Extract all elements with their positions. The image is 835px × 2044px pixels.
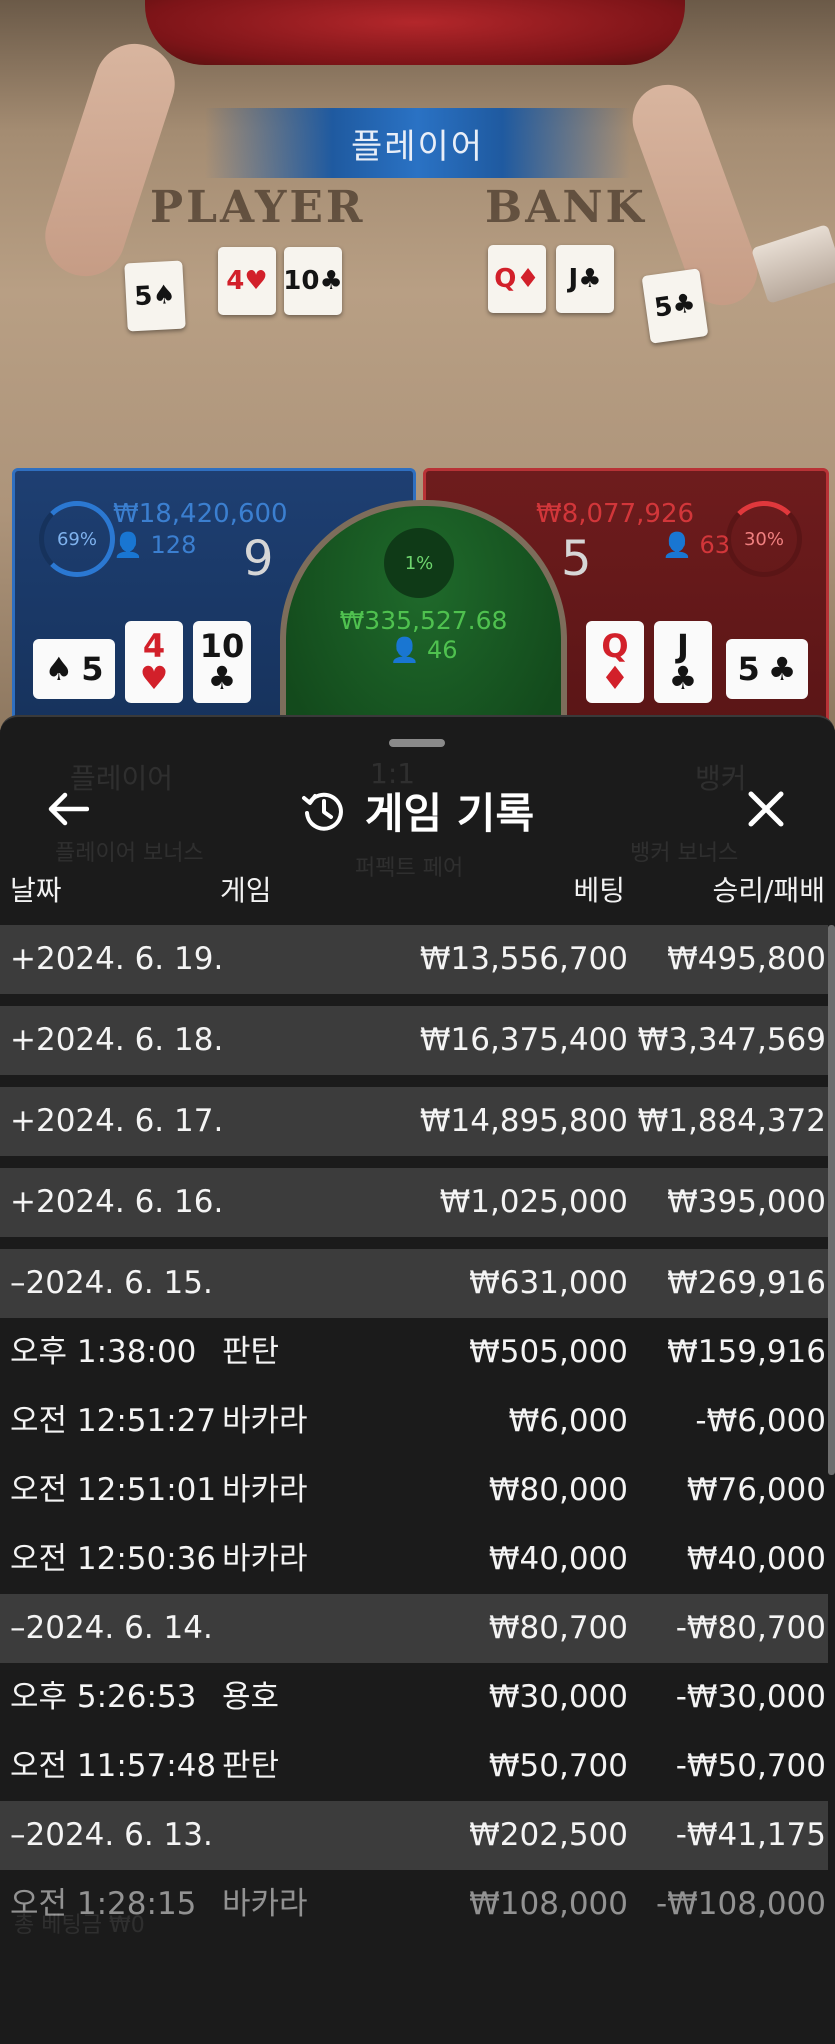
- dealer: [145, 0, 685, 65]
- history-list: +2024. 6. 19. ₩13,556,700 ₩495,800 +2024. …: [0, 925, 828, 1939]
- close-button[interactable]: [738, 784, 794, 834]
- game-row[interactable]: 오후 1:38:00 판탄 ₩505,000 ₩159,916: [0, 1318, 828, 1387]
- user-icon: 👤: [113, 531, 143, 559]
- banker-card: J ♣: [654, 621, 712, 703]
- column-game: 게임: [220, 874, 272, 907]
- live-game-view: 플레이어 PLAYER BANK 5 ♠ 4 ♥ 10 ♣ Q ♦ J ♣ 5 ♣ 69% …: [0, 0, 835, 730]
- tie-percent-ring: 1%: [384, 528, 454, 598]
- table-banker-label: BANK: [485, 182, 647, 233]
- table-card: J ♣: [556, 245, 614, 313]
- player-card: ♠ 5: [33, 639, 115, 699]
- history-scrollbar[interactable]: [828, 925, 835, 1475]
- user-icon: 👤: [662, 531, 692, 559]
- sheet-title: 게임 기록: [364, 789, 535, 838]
- banker-card: 5 ♣: [726, 639, 808, 699]
- result-banner: 플레이어: [205, 108, 630, 178]
- player-bettors: 👤 128: [113, 531, 197, 559]
- tie-bettors: 👤 46: [389, 636, 458, 664]
- table-player-label: PLAYER: [150, 182, 366, 233]
- column-win-loss: 승리/패배: [712, 874, 825, 907]
- user-icon: 👤: [389, 636, 420, 664]
- day-row[interactable]: +2024. 6. 17. ₩14,895,800 ₩1,884,372: [0, 1087, 828, 1156]
- day-row[interactable]: +2024. 6. 18. ₩16,375,400 ₩3,347,569: [0, 1006, 828, 1075]
- banker-score: 5: [561, 531, 592, 587]
- game-row[interactable]: 오전 12:51:01 바카라 ₩80,000 ₩76,000: [0, 1456, 828, 1525]
- player-card: 10 ♣: [193, 621, 251, 703]
- player-percent-ring: 69%: [39, 501, 115, 577]
- player-bet-amount: ₩18,420,600: [113, 499, 288, 529]
- dealer-arm-left: [34, 33, 186, 287]
- game-row[interactable]: 오전 11:57:48 판탄 ₩50,700 -₩50,700: [0, 1732, 828, 1801]
- day-row[interactable]: –2024. 6. 13. ₩202,500 -₩41,175: [0, 1801, 828, 1870]
- game-row[interactable]: 오후 5:26:53 용호 ₩30,000 -₩30,000: [0, 1663, 828, 1732]
- banker-percent-ring: 30%: [726, 501, 802, 577]
- player-score: 9: [243, 531, 274, 587]
- game-row[interactable]: 오전 12:50:36 바카라 ₩40,000 ₩40,000: [0, 1525, 828, 1594]
- tie-bet-amount: ₩335,527.68: [339, 606, 508, 635]
- banker-card: Q ♦: [586, 621, 644, 703]
- column-date: 날짜: [10, 874, 62, 907]
- table-card: 5 ♠: [124, 260, 186, 332]
- game-row[interactable]: 오전 1:28:15 바카라 ₩108,000 -₩108,000: [0, 1870, 828, 1939]
- history-clock-icon: [301, 792, 343, 831]
- sheet-header: 게임 기록: [0, 762, 835, 852]
- day-row[interactable]: +2024. 6. 16. ₩1,025,000 ₩395,000: [0, 1168, 828, 1237]
- game-row[interactable]: 오전 12:51:27 바카라 ₩6,000 -₩6,000: [0, 1387, 828, 1456]
- day-row[interactable]: –2024. 6. 14. ₩80,700 -₩80,700: [0, 1594, 828, 1663]
- table-card: 4 ♥: [218, 247, 276, 315]
- history-column-headers: 날짜 게임 베팅 승리/패배: [0, 869, 835, 909]
- player-card: 4 ♥: [125, 621, 183, 703]
- sheet-drag-handle[interactable]: [389, 739, 445, 747]
- sheet-title-group: 게임 기록: [0, 780, 835, 841]
- day-row[interactable]: +2024. 6. 19. ₩13,556,700 ₩495,800: [0, 925, 828, 994]
- card-shoe: [750, 224, 835, 304]
- table-card: 5 ♣: [641, 268, 709, 344]
- day-row[interactable]: –2024. 6. 15. ₩631,000 ₩269,916: [0, 1249, 828, 1318]
- banker-bet-amount: ₩8,077,926: [536, 499, 695, 529]
- game-history-sheet: 플레이어 1:1 뱅커 플레이어 보너스 퍼펙트 페어 뱅커 보너스 총 베팅금…: [0, 715, 835, 2044]
- banker-bettors: 👤 63: [662, 531, 731, 559]
- table-card: 10 ♣: [283, 247, 343, 315]
- close-icon: [748, 791, 784, 827]
- table-card: Q ♦: [488, 245, 546, 313]
- column-bet: 베팅: [573, 874, 625, 907]
